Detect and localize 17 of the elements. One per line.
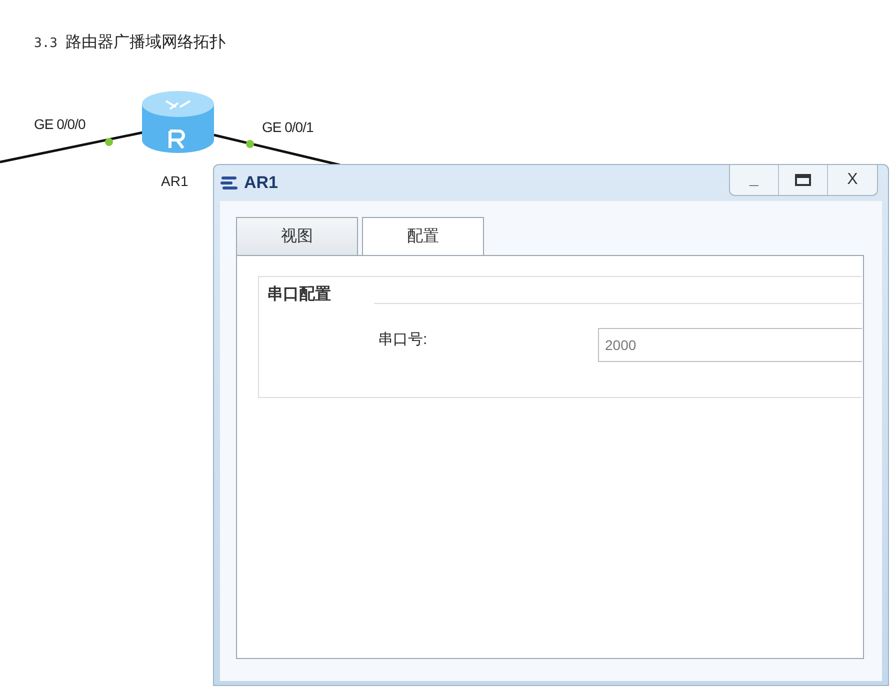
- port-number-field[interactable]: 2000: [598, 328, 862, 362]
- port-dot: [105, 138, 113, 146]
- minimize-button[interactable]: _: [730, 165, 779, 195]
- router-label: AR1: [161, 172, 188, 191]
- port-label: GE 0/0/1: [262, 118, 314, 137]
- window-title: AR1: [244, 172, 278, 194]
- section-number: 3.3: [34, 35, 58, 53]
- section-heading: 路由器广播域网络拓扑: [65, 32, 226, 53]
- router-icon: [142, 91, 214, 153]
- port-dot: [246, 140, 254, 148]
- port-label: GE 0/0/0: [34, 115, 86, 134]
- close-button[interactable]: X: [828, 165, 877, 195]
- app-icon: [220, 174, 240, 192]
- tab[interactable]: 配置: [362, 217, 484, 255]
- field-label: 串口号:: [378, 330, 428, 350]
- group-title: 串口配置: [267, 284, 331, 305]
- tab[interactable]: 视图: [236, 217, 358, 255]
